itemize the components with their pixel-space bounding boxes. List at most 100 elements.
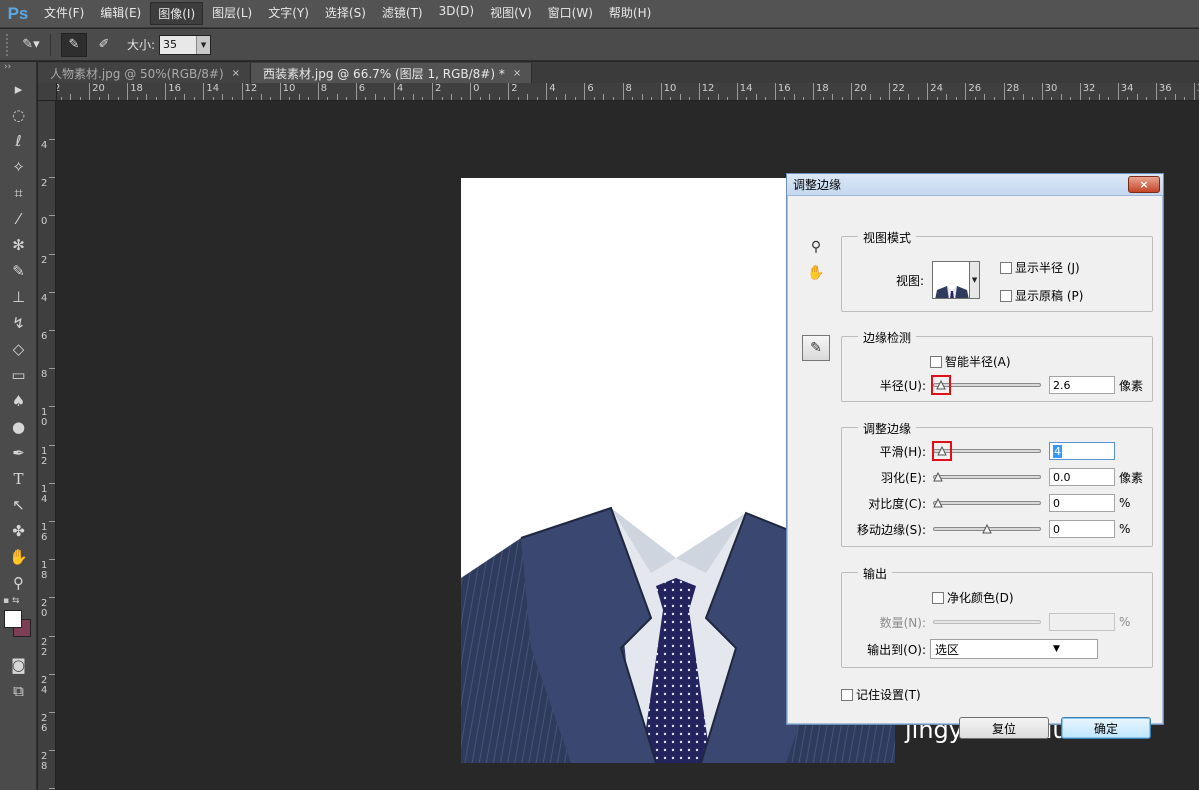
- dodge-tool-icon[interactable]: ●: [0, 414, 37, 440]
- smart-radius-checkbox[interactable]: [930, 355, 942, 368]
- options-grip[interactable]: [6, 33, 14, 56]
- decontaminate-row[interactable]: 净化颜色(D): [932, 589, 1014, 606]
- menu-item[interactable]: 3D(D): [432, 2, 481, 25]
- output-to-select[interactable]: 选区 ▼: [930, 639, 1098, 659]
- ruler-minor-tick: [708, 97, 710, 100]
- dialog-titlebar[interactable]: 调整边缘 ×: [787, 174, 1163, 196]
- eraser-tool-icon[interactable]: ◇: [0, 336, 37, 362]
- history-brush-tool-icon[interactable]: ↯: [0, 310, 37, 336]
- menu-item[interactable]: 文字(Y): [261, 2, 316, 25]
- feather-input[interactable]: 0.0: [1049, 468, 1115, 486]
- path-selection-tool-icon[interactable]: ↖: [0, 492, 37, 518]
- feather-slider[interactable]: [933, 470, 1041, 484]
- view-thumbnail-image: [935, 286, 969, 298]
- swap-colors-icon[interactable]: ▪ ⇆: [3, 596, 20, 606]
- remember-settings-row[interactable]: 记住设置(T): [841, 686, 921, 703]
- ruler-origin[interactable]: [38, 83, 57, 101]
- menu-item[interactable]: 图像(I): [150, 2, 204, 25]
- smart-radius-row[interactable]: 智能半径(A): [930, 353, 1011, 370]
- menu-item[interactable]: 图层(L): [205, 2, 259, 25]
- screen-mode-icon[interactable]: ⧉: [0, 678, 37, 704]
- lasso-tool-icon[interactable]: ℓ: [0, 128, 37, 154]
- chevron-down-icon[interactable]: ▼: [196, 35, 211, 54]
- menu-item[interactable]: 滤镜(T): [375, 2, 430, 25]
- zoom-icon[interactable]: ⚲: [805, 236, 827, 258]
- ruler-minor-tick: [98, 97, 100, 100]
- hand-tool-icon[interactable]: ✋: [0, 544, 37, 570]
- horizontal-ruler[interactable]: 2201816141210864202468101214161820222426…: [57, 83, 1199, 101]
- hand-icon[interactable]: ✋: [805, 262, 827, 284]
- menu-item[interactable]: 帮助(H): [602, 2, 658, 25]
- output-to-row: 输出到(O): 选区 ▼: [842, 639, 1098, 659]
- show-original-row[interactable]: 显示原稿 (P): [1000, 287, 1083, 304]
- erase-refinements-tool-icon[interactable]: ✐: [91, 33, 117, 57]
- menu-item[interactable]: 窗口(W): [541, 2, 600, 25]
- refine-radius-tool-icon[interactable]: ✎: [61, 32, 87, 57]
- clone-stamp-tool-icon[interactable]: ⊥: [0, 284, 37, 310]
- ruler-tick: [1079, 83, 1081, 100]
- zoom-tool-icon[interactable]: ⚲: [0, 570, 37, 596]
- gradient-tool-icon[interactable]: ▭: [0, 362, 37, 388]
- contrast-slider[interactable]: [933, 496, 1041, 510]
- brush-tool-icon[interactable]: ✎: [0, 258, 37, 284]
- smooth-slider[interactable]: [931, 441, 1041, 461]
- close-tab-icon[interactable]: ×: [513, 68, 521, 79]
- size-input[interactable]: 35 ▼: [159, 34, 212, 55]
- show-original-checkbox[interactable]: [1000, 289, 1012, 302]
- show-radius-row[interactable]: 显示半径 (J): [1000, 259, 1080, 276]
- brush-preset-icon[interactable]: ✎▾: [18, 33, 44, 57]
- blur-tool-icon[interactable]: ♠: [0, 388, 37, 414]
- quick-mask-icon[interactable]: ◙: [0, 652, 37, 678]
- ok-button[interactable]: 确定: [1061, 717, 1151, 739]
- menu-item[interactable]: 选择(S): [318, 2, 373, 25]
- quick-selection-tool-icon[interactable]: ✧: [0, 154, 37, 180]
- ruler-minor-tick: [832, 94, 834, 100]
- document-tab[interactable]: 人物素材.jpg @ 50%(RGB/8#) ×: [38, 63, 252, 83]
- vertical-ruler[interactable]: 42024681012141618202224262830: [38, 101, 56, 790]
- menu-item[interactable]: 编辑(E): [93, 2, 148, 25]
- close-tab-icon[interactable]: ×: [232, 68, 240, 79]
- photoshop-logo: Ps: [7, 3, 29, 23]
- ruler-minor-tick: [365, 97, 367, 100]
- ruler-tick: [927, 83, 929, 100]
- menu-item[interactable]: 视图(V): [483, 2, 539, 25]
- eyedropper-tool-icon[interactable]: ⁄: [0, 206, 37, 232]
- smooth-input[interactable]: 4: [1049, 442, 1115, 460]
- feather-slider-thumb[interactable]: [933, 472, 943, 482]
- custom-shape-tool-icon[interactable]: ✤: [0, 518, 37, 544]
- foreground-color-swatch[interactable]: [4, 610, 22, 628]
- decontaminate-checkbox[interactable]: [932, 591, 944, 604]
- contrast-slider-thumb[interactable]: [933, 498, 943, 508]
- ruler-label: 20: [41, 598, 48, 620]
- ruler-minor-tick: [1032, 97, 1034, 100]
- ruler-minor-tick: [555, 97, 557, 100]
- menu-item[interactable]: 文件(F): [37, 2, 91, 25]
- pen-tool-icon[interactable]: ✒: [0, 440, 37, 466]
- shift-edge-input[interactable]: 0: [1049, 520, 1115, 538]
- radius-slider[interactable]: [930, 375, 1041, 395]
- ruler-label: 16: [41, 522, 48, 543]
- refine-radius-icon[interactable]: ✎: [802, 335, 830, 361]
- view-dropdown-arrow-icon[interactable]: ▼: [970, 261, 981, 299]
- ruler-tick: [393, 83, 395, 100]
- ruler-minor-tick: [612, 97, 614, 100]
- contrast-input[interactable]: 0: [1049, 494, 1115, 512]
- marquee-tool-icon[interactable]: ◌: [0, 102, 37, 128]
- close-icon[interactable]: ×: [1128, 176, 1160, 193]
- reset-button[interactable]: 复位: [959, 717, 1049, 739]
- tools-panel-grip[interactable]: ››: [0, 62, 36, 76]
- document-tab[interactable]: 西装素材.jpg @ 66.7% (图层 1, RGB/8#) * ×: [251, 63, 533, 83]
- ruler-minor-tick: [974, 97, 976, 100]
- remember-settings-checkbox[interactable]: [841, 688, 853, 701]
- crop-tool-icon[interactable]: ⌗: [0, 180, 37, 206]
- healing-brush-tool-icon[interactable]: ✻: [0, 232, 37, 258]
- type-tool-icon[interactable]: T: [0, 466, 37, 492]
- show-radius-checkbox[interactable]: [1000, 261, 1012, 274]
- ruler-minor-tick: [908, 94, 910, 100]
- move-tool-icon[interactable]: ▸: [0, 76, 37, 102]
- view-thumbnail[interactable]: [932, 261, 971, 299]
- shift-edge-slider[interactable]: [933, 522, 1041, 536]
- ruler-tick: [622, 83, 624, 100]
- radius-input[interactable]: 2.6: [1049, 376, 1115, 394]
- shift-edge-slider-thumb[interactable]: [982, 524, 992, 534]
